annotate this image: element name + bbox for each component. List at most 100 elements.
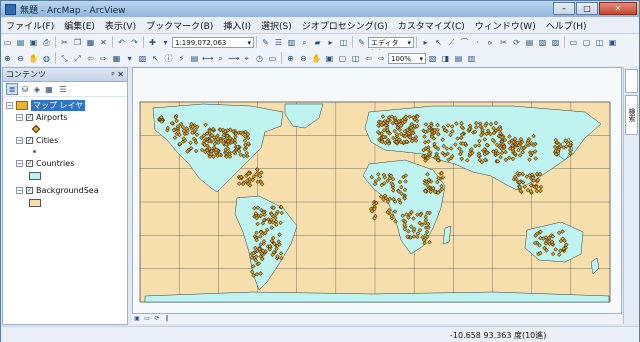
layer-backgroundsea[interactable]: − ✓ BackgroundSea xyxy=(16,186,99,195)
menu-geoprocessing[interactable]: ジオプロセシング(G) xyxy=(297,19,393,32)
map-display[interactable] xyxy=(132,67,622,314)
dataframe-node[interactable]: − マップ レイヤ xyxy=(6,100,86,111)
attributes-icon[interactable]: ▤ xyxy=(524,37,535,48)
straight-segment-icon[interactable]: ⟋ xyxy=(446,37,457,48)
options-icon[interactable]: ☰ xyxy=(58,84,68,94)
goto-xy-icon[interactable]: ⌖ xyxy=(241,53,252,64)
menu-edit[interactable]: 編集(E) xyxy=(59,19,100,32)
find-icon[interactable]: ⌕ xyxy=(215,53,226,64)
redo-icon[interactable]: ↷ xyxy=(129,37,140,48)
layout-back-icon[interactable]: ⇦ xyxy=(363,53,374,64)
list-by-visibility-icon[interactable]: ◈ xyxy=(32,84,42,94)
zoom-in-icon[interactable]: ⊕ xyxy=(2,53,13,64)
layout-zoom-in-icon[interactable]: ⊕ xyxy=(285,53,296,64)
search-window-icon[interactable]: ⌕ xyxy=(299,37,310,48)
layer-visibility-checkbox[interactable]: ✓ xyxy=(26,137,33,144)
time-slider-icon[interactable]: ◷ xyxy=(254,53,265,64)
toggle-draft-icon[interactable]: ▧ xyxy=(427,53,438,64)
menu-file[interactable]: ファイル(F) xyxy=(1,19,59,32)
menu-customize[interactable]: カスタマイズ(C) xyxy=(393,19,470,32)
layout-zoom-icon[interactable]: ▢ xyxy=(581,37,592,48)
select-features-icon[interactable]: ▦ xyxy=(111,53,122,64)
layer-cities[interactable]: − ✓ Cities xyxy=(16,136,58,145)
close-window-button[interactable]: ✕ xyxy=(599,2,637,15)
forward-extent-icon[interactable]: ⇨ xyxy=(98,53,109,64)
open-folder-icon[interactable]: ▤ xyxy=(15,37,26,48)
full-extent-icon[interactable]: ◍ xyxy=(41,53,52,64)
modelbuilder-icon[interactable]: ◫ xyxy=(338,37,349,48)
chevron-down-icon[interactable]: ▾ xyxy=(124,53,135,64)
zoom-out-icon[interactable]: ⊖ xyxy=(15,53,26,64)
rotate-icon[interactable]: ⟳ xyxy=(511,37,522,48)
catalog-icon[interactable]: ▥ xyxy=(286,37,297,48)
chevron-down-icon[interactable]: ▾ xyxy=(160,37,171,48)
sketch-icon[interactable]: ▹ xyxy=(485,37,496,48)
zoom-whole-page-icon[interactable]: ▣ xyxy=(324,53,335,64)
layout-zoom-combo[interactable]: 100% ▾ xyxy=(388,52,426,64)
menu-help[interactable]: ヘルプ(H) xyxy=(541,19,592,32)
cut-icon[interactable]: ✂ xyxy=(59,37,70,48)
toc-close-icon[interactable]: ᵖ ✕ xyxy=(111,68,127,81)
back-extent-icon[interactable]: ⇦ xyxy=(85,53,96,64)
hyperlink-icon[interactable]: ⚡ xyxy=(176,53,187,64)
collapse-icon[interactable]: − xyxy=(16,187,23,194)
world-map[interactable] xyxy=(133,68,621,313)
layout-zoom-out-icon[interactable]: ⊖ xyxy=(298,53,309,64)
clear-selection-icon[interactable]: ▨ xyxy=(137,53,148,64)
menu-bookmarks[interactable]: ブックマーク(B) xyxy=(141,19,218,32)
split-icon[interactable]: ✂ xyxy=(498,37,509,48)
maximize-button[interactable]: □ xyxy=(576,2,598,15)
editor-toolbar-icon[interactable]: ✎ xyxy=(260,37,271,48)
pan-icon[interactable]: ✋ xyxy=(28,53,39,64)
print-icon[interactable]: ⎙ xyxy=(41,37,52,48)
curve-icon[interactable]: ⌒ xyxy=(459,37,470,48)
new-document-icon[interactable]: ▭ xyxy=(2,37,13,48)
menu-view[interactable]: 表示(V) xyxy=(100,19,141,32)
layer-airports[interactable]: − ✓ Airports xyxy=(16,113,68,122)
point-icon[interactable]: · xyxy=(472,37,483,48)
layout-pan-icon-2[interactable]: ✋ xyxy=(311,53,322,64)
edit-tool-icon[interactable]: ▸ xyxy=(420,37,431,48)
create-viewer-icon[interactable]: ▭ xyxy=(267,53,278,64)
refresh-icon[interactable]: ⟳ xyxy=(153,315,161,323)
layer-countries[interactable]: − ✓ Countries xyxy=(16,159,74,168)
save-icon[interactable]: ▣ xyxy=(28,37,39,48)
layout-tool-icon[interactable]: ▭ xyxy=(568,37,579,48)
python-window-icon[interactable]: ▸ xyxy=(325,37,336,48)
change-layout-icon[interactable]: ▤ xyxy=(453,53,464,64)
collapse-icon[interactable]: − xyxy=(6,102,13,109)
menu-insert[interactable]: 挿入(I) xyxy=(218,19,256,32)
layer-visibility-checkbox[interactable]: ✓ xyxy=(26,187,33,194)
layout-pan-icon[interactable]: ◫ xyxy=(594,37,605,48)
select-elements-icon[interactable]: ↖ xyxy=(150,53,161,64)
focus-dataframe-icon[interactable]: ◨ xyxy=(440,53,451,64)
list-by-source-icon[interactable]: ⛁ xyxy=(20,84,30,94)
measure-icon[interactable]: ⟷ xyxy=(202,53,213,64)
edit-annotation-icon[interactable]: ↖ xyxy=(433,37,444,48)
table-of-contents-icon[interactable]: ☰ xyxy=(273,37,284,48)
sketch-properties-icon[interactable]: ▧ xyxy=(537,37,548,48)
copy-icon[interactable]: ❐ xyxy=(72,37,83,48)
zoom-100-icon[interactable]: ▢ xyxy=(337,53,348,64)
layout-page-icon[interactable]: ▣ xyxy=(607,37,618,48)
fixed-zoom-out-icon[interactable]: ⤢ xyxy=(72,53,83,64)
plus-icon[interactable]: ✚ xyxy=(147,37,158,48)
delete-icon[interactable]: ✕ xyxy=(98,37,109,48)
map-scale-combo[interactable]: 1:199,072,063 ▾ xyxy=(172,36,254,48)
layer-visibility-checkbox[interactable]: ✓ xyxy=(26,114,33,121)
data-view-icon[interactable]: ▣ xyxy=(133,315,141,323)
minimize-button[interactable]: – xyxy=(553,2,575,15)
info-icon[interactable]: ⓘ xyxy=(163,53,174,64)
layout-view-icon[interactable]: ▭ xyxy=(143,315,151,323)
layout-forward-icon[interactable]: ⇨ xyxy=(376,53,387,64)
paste-icon[interactable]: ▦ xyxy=(85,37,96,48)
catalog-tab[interactable] xyxy=(625,69,638,93)
html-popup-icon[interactable]: ▤ xyxy=(189,53,200,64)
collapse-icon[interactable]: − xyxy=(16,114,23,121)
arctoolbox-icon[interactable]: ▰ xyxy=(312,37,323,48)
editor-menu[interactable]: エディタ(R) ▾ xyxy=(368,36,414,57)
undo-icon[interactable]: ↶ xyxy=(116,37,127,48)
layout-full-icon[interactable]: ◫ xyxy=(350,53,361,64)
layer-visibility-checkbox[interactable]: ✓ xyxy=(26,160,33,167)
list-by-selection-icon[interactable]: ▦ xyxy=(44,84,54,94)
